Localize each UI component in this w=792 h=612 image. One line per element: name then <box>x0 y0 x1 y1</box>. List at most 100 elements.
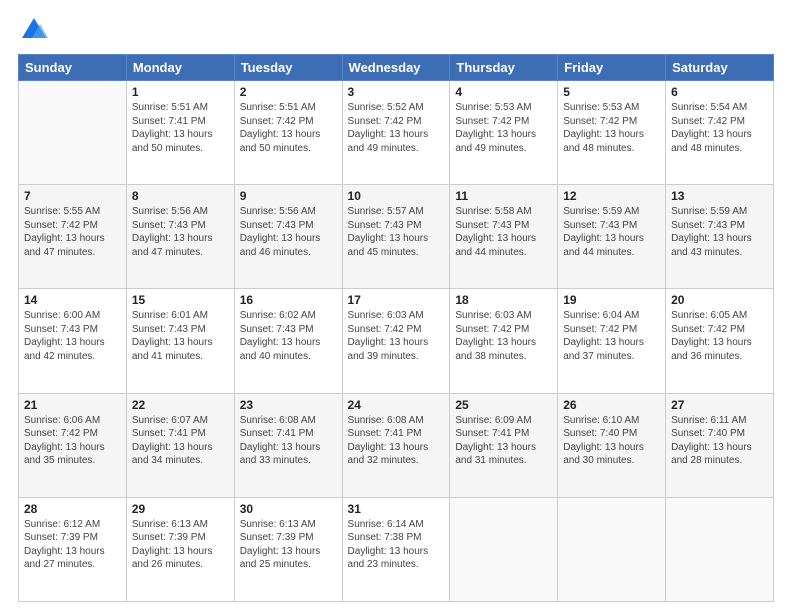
day-number: 7 <box>24 189 121 203</box>
calendar-header-row: SundayMondayTuesdayWednesdayThursdayFrid… <box>19 55 774 81</box>
calendar-day-cell: 17 Sunrise: 6:03 AMSunset: 7:42 PMDayligh… <box>342 289 450 393</box>
day-info: Sunrise: 6:11 AMSunset: 7:40 PMDaylight:… <box>671 414 768 468</box>
calendar-day-cell: 18 Sunrise: 6:03 AMSunset: 7:42 PMDayligh… <box>450 289 558 393</box>
logo <box>18 16 48 44</box>
day-info: Sunrise: 5:58 AMSunset: 7:43 PMDaylight:… <box>455 205 552 259</box>
calendar-day-cell: 4Sunrise: 5:53 AMSunset: 7:42 PMDaylight… <box>450 81 558 185</box>
calendar-week-row: 28 Sunrise: 6:12 AMSunset: 7:39 PMDayligh… <box>19 497 774 601</box>
day-number: 22 <box>132 398 229 412</box>
day-info: Sunrise: 6:13 AMSunset: 7:39 PMDaylight:… <box>132 518 229 572</box>
day-number: 19 <box>563 293 660 307</box>
day-info: Sunrise: 6:04 AMSunset: 7:42 PMDaylight:… <box>563 309 660 363</box>
calendar-header-cell: Monday <box>126 55 234 81</box>
calendar-day-cell: 20 Sunrise: 6:05 AMSunset: 7:42 PMDayligh… <box>666 289 774 393</box>
calendar-header-cell: Sunday <box>19 55 127 81</box>
calendar-day-cell: 2 Sunrise: 5:51 AMSunset: 7:42 PMDaylight… <box>234 81 342 185</box>
calendar-day-cell: 28 Sunrise: 6:12 AMSunset: 7:39 PMDayligh… <box>19 497 127 601</box>
day-info: Sunrise: 5:52 AMSunset: 7:42 PMDaylight:… <box>348 101 445 155</box>
calendar-day-cell: 1Sunrise: 5:51 AMSunset: 7:41 PMDaylight… <box>126 81 234 185</box>
day-number: 13 <box>671 189 768 203</box>
day-info: Sunrise: 5:55 AMSunset: 7:42 PMDaylight:… <box>24 205 121 259</box>
day-info: Sunrise: 6:12 AMSunset: 7:39 PMDaylight:… <box>24 518 121 572</box>
day-number: 28 <box>24 502 121 516</box>
day-number: 31 <box>348 502 445 516</box>
day-info: Sunrise: 5:51 AMSunset: 7:41 PMDaylight:… <box>132 101 229 155</box>
day-number: 23 <box>240 398 337 412</box>
calendar-week-row: 14 Sunrise: 6:00 AMSunset: 7:43 PMDayligh… <box>19 289 774 393</box>
day-number: 10 <box>348 189 445 203</box>
day-number: 4 <box>455 85 552 99</box>
day-number: 12 <box>563 189 660 203</box>
calendar-header-cell: Friday <box>558 55 666 81</box>
calendar-day-cell: 22 Sunrise: 6:07 AMSunset: 7:41 PMDayligh… <box>126 393 234 497</box>
calendar-day-cell: 27 Sunrise: 6:11 AMSunset: 7:40 PMDayligh… <box>666 393 774 497</box>
calendar-day-cell: 26 Sunrise: 6:10 AMSunset: 7:40 PMDayligh… <box>558 393 666 497</box>
day-number: 14 <box>24 293 121 307</box>
calendar-day-cell: 25 Sunrise: 6:09 AMSunset: 7:41 PMDayligh… <box>450 393 558 497</box>
calendar-body: 1Sunrise: 5:51 AMSunset: 7:41 PMDaylight… <box>19 81 774 602</box>
calendar-day-cell <box>19 81 127 185</box>
day-info: Sunrise: 6:03 AMSunset: 7:42 PMDaylight:… <box>348 309 445 363</box>
logo-area <box>18 16 48 44</box>
day-number: 25 <box>455 398 552 412</box>
day-number: 16 <box>240 293 337 307</box>
day-number: 21 <box>24 398 121 412</box>
calendar-header-cell: Tuesday <box>234 55 342 81</box>
day-number: 26 <box>563 398 660 412</box>
calendar-day-cell: 6Sunrise: 5:54 AMSunset: 7:42 PMDaylight… <box>666 81 774 185</box>
calendar-day-cell: 19 Sunrise: 6:04 AMSunset: 7:42 PMDayligh… <box>558 289 666 393</box>
day-info: Sunrise: 5:59 AMSunset: 7:43 PMDaylight:… <box>563 205 660 259</box>
day-info: Sunrise: 6:08 AMSunset: 7:41 PMDaylight:… <box>240 414 337 468</box>
day-number: 27 <box>671 398 768 412</box>
day-info: Sunrise: 5:51 AMSunset: 7:42 PMDaylight:… <box>240 101 337 155</box>
calendar-day-cell <box>450 497 558 601</box>
day-number: 15 <box>132 293 229 307</box>
calendar-day-cell: 30Sunrise: 6:13 AMSunset: 7:39 PMDayligh… <box>234 497 342 601</box>
day-info: Sunrise: 6:03 AMSunset: 7:42 PMDaylight:… <box>455 309 552 363</box>
calendar-day-cell: 3 Sunrise: 5:52 AMSunset: 7:42 PMDaylight… <box>342 81 450 185</box>
day-info: Sunrise: 5:56 AMSunset: 7:43 PMDaylight:… <box>132 205 229 259</box>
day-info: Sunrise: 6:00 AMSunset: 7:43 PMDaylight:… <box>24 309 121 363</box>
day-info: Sunrise: 6:09 AMSunset: 7:41 PMDaylight:… <box>455 414 552 468</box>
day-info: Sunrise: 6:01 AMSunset: 7:43 PMDaylight:… <box>132 309 229 363</box>
day-number: 20 <box>671 293 768 307</box>
calendar-day-cell: 13Sunrise: 5:59 AMSunset: 7:43 PMDayligh… <box>666 185 774 289</box>
calendar-day-cell: 10 Sunrise: 5:57 AMSunset: 7:43 PMDayligh… <box>342 185 450 289</box>
calendar-day-cell: 15 Sunrise: 6:01 AMSunset: 7:43 PMDayligh… <box>126 289 234 393</box>
day-number: 5 <box>563 85 660 99</box>
day-info: Sunrise: 5:53 AMSunset: 7:42 PMDaylight:… <box>563 101 660 155</box>
calendar-day-cell: 24Sunrise: 6:08 AMSunset: 7:41 PMDayligh… <box>342 393 450 497</box>
day-info: Sunrise: 6:02 AMSunset: 7:43 PMDaylight:… <box>240 309 337 363</box>
calendar-day-cell: 9 Sunrise: 5:56 AMSunset: 7:43 PMDaylight… <box>234 185 342 289</box>
logo-icon <box>20 16 48 44</box>
day-info: Sunrise: 5:56 AMSunset: 7:43 PMDaylight:… <box>240 205 337 259</box>
calendar-day-cell: 14 Sunrise: 6:00 AMSunset: 7:43 PMDayligh… <box>19 289 127 393</box>
day-number: 2 <box>240 85 337 99</box>
day-info: Sunrise: 6:13 AMSunset: 7:39 PMDaylight:… <box>240 518 337 572</box>
day-info: Sunrise: 5:54 AMSunset: 7:42 PMDaylight:… <box>671 101 768 155</box>
day-info: Sunrise: 5:57 AMSunset: 7:43 PMDaylight:… <box>348 205 445 259</box>
day-number: 3 <box>348 85 445 99</box>
day-info: Sunrise: 6:07 AMSunset: 7:41 PMDaylight:… <box>132 414 229 468</box>
calendar-day-cell <box>666 497 774 601</box>
calendar-day-cell: 21 Sunrise: 6:06 AMSunset: 7:42 PMDayligh… <box>19 393 127 497</box>
calendar-week-row: 21 Sunrise: 6:06 AMSunset: 7:42 PMDayligh… <box>19 393 774 497</box>
day-info: Sunrise: 6:10 AMSunset: 7:40 PMDaylight:… <box>563 414 660 468</box>
calendar-day-cell: 31 Sunrise: 6:14 AMSunset: 7:38 PMDayligh… <box>342 497 450 601</box>
calendar-day-cell: 8Sunrise: 5:56 AMSunset: 7:43 PMDaylight… <box>126 185 234 289</box>
calendar-day-cell: 11Sunrise: 5:58 AMSunset: 7:43 PMDayligh… <box>450 185 558 289</box>
day-info: Sunrise: 6:08 AMSunset: 7:41 PMDaylight:… <box>348 414 445 468</box>
day-number: 17 <box>348 293 445 307</box>
calendar-header-cell: Thursday <box>450 55 558 81</box>
calendar-week-row: 1Sunrise: 5:51 AMSunset: 7:41 PMDaylight… <box>19 81 774 185</box>
day-number: 18 <box>455 293 552 307</box>
day-number: 29 <box>132 502 229 516</box>
calendar-day-cell: 7 Sunrise: 5:55 AMSunset: 7:42 PMDaylight… <box>19 185 127 289</box>
calendar-week-row: 7 Sunrise: 5:55 AMSunset: 7:42 PMDaylight… <box>19 185 774 289</box>
day-number: 9 <box>240 189 337 203</box>
day-info: Sunrise: 6:06 AMSunset: 7:42 PMDaylight:… <box>24 414 121 468</box>
header <box>18 16 774 44</box>
day-info: Sunrise: 6:05 AMSunset: 7:42 PMDaylight:… <box>671 309 768 363</box>
calendar-day-cell: 5 Sunrise: 5:53 AMSunset: 7:42 PMDaylight… <box>558 81 666 185</box>
day-info: Sunrise: 6:14 AMSunset: 7:38 PMDaylight:… <box>348 518 445 572</box>
